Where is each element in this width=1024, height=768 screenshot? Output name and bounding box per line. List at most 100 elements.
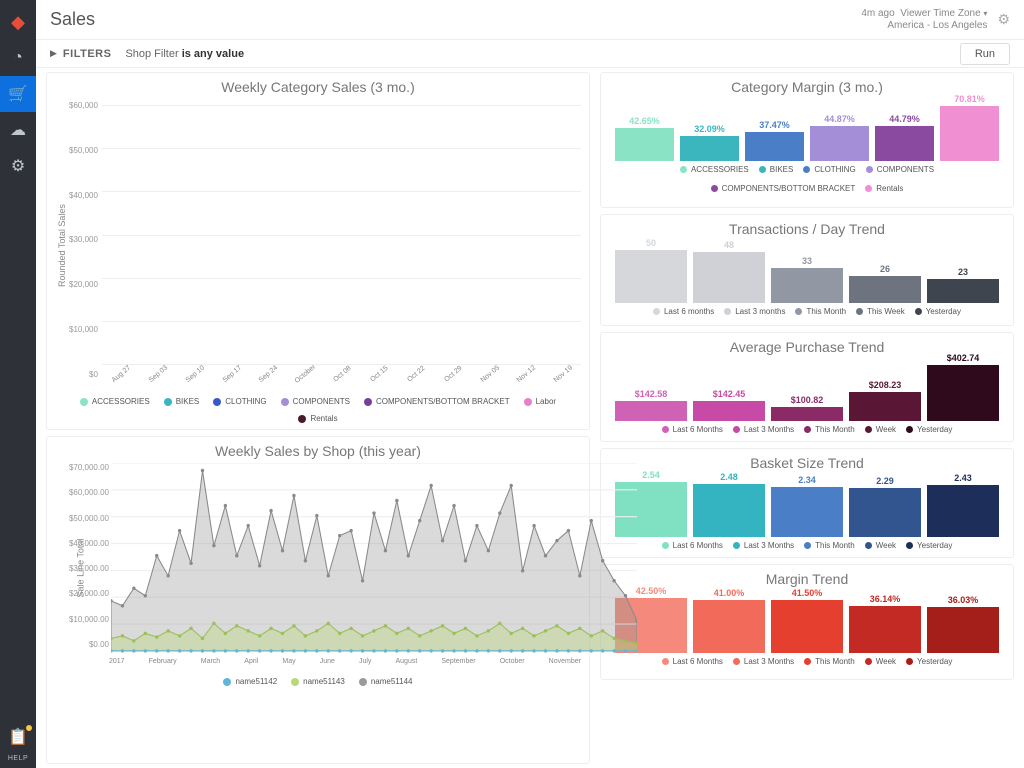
sidebar: ◆ ◔ 🛒 ☁ ⚙ 📋 HELP — [0, 0, 36, 768]
page-title: Sales — [50, 9, 95, 30]
legend-item[interactable]: Last 6 Months — [662, 541, 723, 550]
clock-icon[interactable]: ◔ — [0, 40, 36, 76]
margin-trend-card: Margin Trend42.50%41.00%41.50%36.14%36.0… — [600, 564, 1014, 680]
bar[interactable]: 33 — [771, 256, 843, 303]
legend-item[interactable]: Yesterday — [906, 425, 952, 434]
legend-item[interactable]: COMPONENTS/BOTTOM BRACKET — [711, 184, 856, 193]
timezone-info[interactable]: 4m ago Viewer Time Zone ▾ America - Los … — [861, 8, 987, 32]
bar[interactable]: 2.29 — [849, 476, 921, 537]
main-content: Sales 4m ago Viewer Time Zone ▾ America … — [36, 0, 1024, 768]
legend-item[interactable]: CLOTHING — [213, 397, 266, 406]
bar[interactable]: 37.47% — [745, 120, 804, 161]
chart-title: Category Margin (3 mo.) — [609, 79, 1005, 95]
bar[interactable]: 2.34 — [771, 475, 843, 537]
dashboard: Weekly Category Sales (3 mo.) Rounded To… — [36, 68, 1024, 768]
header: Sales 4m ago Viewer Time Zone ▾ America … — [36, 0, 1024, 40]
chart-legend: ACCESSORIES BIKES CLOTHING COMPONENTS COMPON… — [55, 393, 581, 425]
category-margin-card: Category Margin (3 mo.) 42.65%32.09%37.47… — [600, 72, 1014, 208]
bar[interactable]: 42.65% — [615, 116, 674, 161]
bar[interactable]: 41.50% — [771, 588, 843, 653]
legend-item[interactable]: COMPONENTS/BOTTOM BRACKET — [364, 397, 510, 406]
cart-icon[interactable]: 🛒 — [0, 76, 36, 112]
chart-title: Transactions / Day Trend — [609, 221, 1005, 237]
bar[interactable]: 70.81% — [940, 94, 999, 161]
legend-item[interactable]: COMPONENTS — [281, 397, 350, 406]
legend-item[interactable]: ACCESSORIES — [80, 397, 150, 406]
area-chart: Sale Line Total $70,000.00$60,000.00$50,… — [55, 463, 581, 673]
legend-item[interactable]: This Month — [804, 657, 855, 666]
bar[interactable]: $100.82 — [771, 395, 843, 421]
bar[interactable]: 36.03% — [927, 595, 999, 653]
legend-item[interactable]: Week — [865, 541, 896, 550]
legend-item[interactable]: Last 3 Months — [733, 657, 794, 666]
basket-size-trend-card: Basket Size Trend2.542.482.342.292.43Las… — [600, 448, 1014, 558]
legend-item[interactable]: Labor — [524, 397, 556, 406]
filters-bar: ▶ FILTERS Shop Filter is any value Run — [36, 40, 1024, 68]
legend-item[interactable]: Last 6 months — [653, 307, 714, 316]
weekly-sales-by-shop-card: Weekly Sales by Shop (this year) Sale Li… — [46, 436, 590, 764]
bar[interactable]: $208.23 — [849, 380, 921, 421]
weekly-category-sales-card: Weekly Category Sales (3 mo.) Rounded To… — [46, 72, 590, 430]
legend-item[interactable]: Last 3 Months — [733, 425, 794, 434]
filters-expand-icon[interactable]: ▶ — [50, 48, 57, 59]
y-ticks: $60,000$50,000$40,000$30,000$20,000$10,0… — [69, 99, 102, 393]
legend-item[interactable]: Last 3 Months — [733, 541, 794, 550]
legend-item[interactable]: name51142 — [223, 677, 277, 686]
legend-item[interactable]: Last 6 Months — [662, 657, 723, 666]
clipboard-icon[interactable]: 📋 — [0, 719, 36, 755]
legend-item[interactable]: ACCESSORIES — [680, 165, 749, 174]
chart-legend: Last 6 months Last 3 months This Month This… — [609, 303, 1005, 318]
gear-icon[interactable]: ⚙ — [997, 11, 1010, 28]
legend-item[interactable]: Last 3 months — [724, 307, 785, 316]
right-column: Category Margin (3 mo.) 42.65%32.09%37.47… — [596, 68, 1024, 768]
bar[interactable]: 36.14% — [849, 594, 921, 653]
legend-item[interactable]: Week — [865, 657, 896, 666]
legend-item[interactable]: COMPONENTS — [866, 165, 934, 174]
legend-item[interactable]: name51144 — [359, 677, 413, 686]
bar[interactable]: 44.79% — [875, 114, 934, 161]
legend-item[interactable]: Rentals — [298, 414, 337, 423]
brand-logo[interactable]: ◆ — [0, 4, 36, 40]
bar[interactable]: 23 — [927, 267, 999, 303]
legend-item[interactable]: BIKES — [759, 165, 794, 174]
cloud-icon[interactable]: ☁ — [0, 112, 36, 148]
y-axis-label: Rounded Total Sales — [55, 99, 69, 393]
bar[interactable]: 44.87% — [810, 114, 869, 161]
bar[interactable]: $142.45 — [693, 389, 765, 421]
chart-legend: name51142 name51143 name51144 — [55, 673, 581, 688]
chart-legend: Last 6 Months Last 3 Months This Month Week… — [609, 653, 1005, 668]
legend-item[interactable]: Yesterday — [906, 657, 952, 666]
bar[interactable]: 2.48 — [693, 472, 765, 537]
bar[interactable]: 26 — [849, 264, 921, 303]
chart-legend: Last 6 Months Last 3 Months This Month Week… — [609, 421, 1005, 436]
legend-item[interactable]: This Month — [804, 541, 855, 550]
bar[interactable]: 32.09% — [680, 124, 739, 161]
bar[interactable]: 50 — [615, 238, 687, 303]
legend-item[interactable]: Last 6 Months — [662, 425, 723, 434]
legend-item[interactable]: BIKES — [164, 397, 200, 406]
bar[interactable]: $402.74 — [927, 353, 999, 421]
stacked-bar-plot: Aug 27Sep 03Sep 10Sep 17Sep 24OctoberOct… — [102, 99, 581, 393]
legend-item[interactable]: Yesterday — [906, 541, 952, 550]
bar[interactable]: $142.58 — [615, 389, 687, 421]
legend-item[interactable]: name51143 — [291, 677, 345, 686]
bar[interactable]: 41.00% — [693, 588, 765, 653]
bar[interactable]: 48 — [693, 240, 765, 303]
settings-icon[interactable]: ⚙ — [0, 148, 36, 184]
legend-item[interactable]: This Month — [795, 307, 846, 316]
legend-item[interactable]: Yesterday — [915, 307, 961, 316]
legend-item[interactable]: Rentals — [865, 184, 903, 193]
chart-title: Weekly Sales by Shop (this year) — [55, 443, 581, 459]
run-button[interactable]: Run — [960, 43, 1010, 65]
help-label[interactable]: HELP — [8, 755, 28, 762]
chart-title: Margin Trend — [609, 571, 1005, 587]
legend-item[interactable]: Week — [865, 425, 896, 434]
bar[interactable]: 2.43 — [927, 473, 999, 537]
filter-chip[interactable]: Shop Filter is any value — [125, 48, 244, 60]
filters-label[interactable]: FILTERS — [63, 48, 112, 60]
legend-item[interactable]: This Week — [856, 307, 905, 316]
transactions-day-trend-card: Transactions / Day Trend5048332623Last 6… — [600, 214, 1014, 326]
left-column: Weekly Category Sales (3 mo.) Rounded To… — [36, 68, 596, 768]
legend-item[interactable]: CLOTHING — [803, 165, 855, 174]
legend-item[interactable]: This Month — [804, 425, 855, 434]
